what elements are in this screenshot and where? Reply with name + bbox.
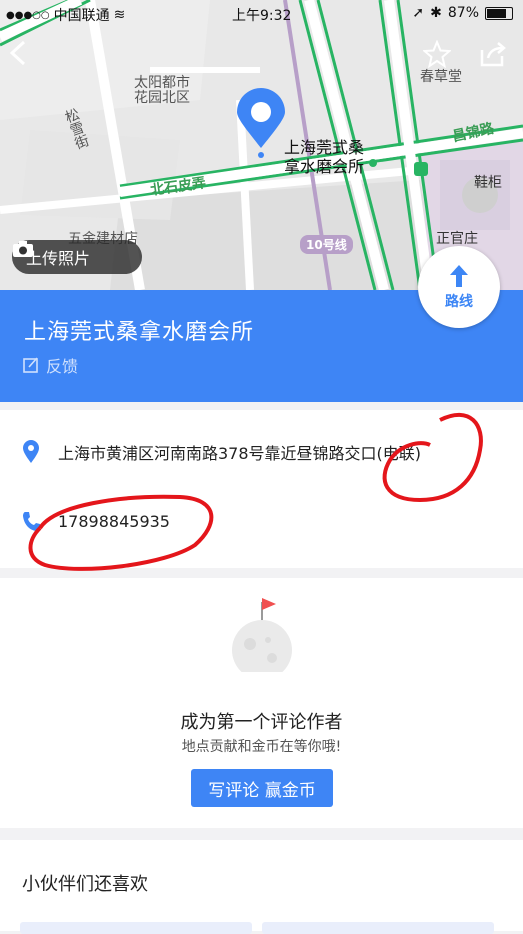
phone-text: 17898845935 <box>58 511 170 531</box>
address-text: 上海市黄浦区河南南路378号靠近昼锦路交口(电联) <box>58 444 422 463</box>
map-label-zhengguan: 正官庄 <box>436 231 478 247</box>
map-label-taiyang: 太阳都市 <box>134 75 190 91</box>
back-button[interactable] <box>8 40 42 74</box>
also-like-section: 小伙伴们还喜欢 <box>0 840 523 934</box>
poi-map-label-1: 上海莞式桑 <box>284 138 365 157</box>
recommend-card[interactable] <box>262 922 494 934</box>
write-review-button[interactable]: 写评论 赢金币 <box>191 769 333 807</box>
moon-flag-illustration <box>232 598 292 672</box>
poi-map-label-2: 拿水磨会所 <box>284 157 365 176</box>
recommend-card[interactable] <box>20 922 252 934</box>
upload-photo-button[interactable]: 上传照片 <box>12 240 142 274</box>
review-title: 成为第一个评论作者 <box>180 712 343 733</box>
location-icon <box>23 440 39 463</box>
route-button[interactable]: 路线 <box>418 246 500 328</box>
camera-icon <box>13 241 33 257</box>
location-pin-icon[interactable] <box>235 88 287 150</box>
share-button[interactable] <box>478 40 512 74</box>
review-subtitle: 地点贡献和金币在等你哦! <box>181 739 342 755</box>
also-like-title: 小伙伴们还喜欢 <box>22 874 148 895</box>
battery-percent: 87% <box>447 5 479 21</box>
location-arrow-icon: ➚ <box>412 5 425 21</box>
favorite-button[interactable] <box>423 40 457 74</box>
poi-info-section: 上海市黄浦区河南南路378号靠近昼锦路交口(电联) 17898845935 <box>0 410 523 568</box>
feedback-label: 反馈 <box>46 357 79 376</box>
battery-icon <box>485 6 513 20</box>
chevron-left-icon <box>9 40 26 66</box>
review-section: 成为第一个评论作者 地点贡献和金币在等你哦! 写评论 赢金币 <box>0 578 523 828</box>
carrier-label: 中国联通 <box>53 8 110 24</box>
star-icon <box>423 40 451 68</box>
route-label: 路线 <box>445 294 473 310</box>
road-label-line10: 10号线 <box>300 235 353 254</box>
map-label-xiegui: 鞋柜 <box>474 175 502 191</box>
wifi-icon: ≋ <box>113 7 126 23</box>
status-bar: ●●●○○ 中国联通 ≋ 上午9:32 ➚ ✱ 87% <box>0 0 523 28</box>
map-label-taiyang-2: 花园北区 <box>134 90 190 106</box>
upload-photo-label: 上传照片 <box>26 249 91 268</box>
edit-icon <box>23 357 38 373</box>
share-icon <box>480 42 506 67</box>
route-arrow-icon <box>450 265 468 287</box>
poi-title: 上海莞式桑拿水磨会所 <box>24 320 255 345</box>
phone-icon <box>23 512 40 531</box>
feedback-button[interactable]: 反馈 <box>22 353 78 377</box>
map-view[interactable]: 太阳都市 花园北区 松雪街 春草堂 鞋柜 五金建材店 正官庄 上海莞式桑 拿水磨… <box>0 0 523 290</box>
signal-icon: ●●●○○ <box>6 9 50 21</box>
address-row[interactable]: 上海市黄浦区河南南路378号靠近昼锦路交口(电联) <box>22 440 421 464</box>
clock: 上午9:32 <box>232 8 292 24</box>
bluetooth-icon: ✱ <box>430 5 442 21</box>
phone-row[interactable]: 17898845935 <box>22 510 170 532</box>
